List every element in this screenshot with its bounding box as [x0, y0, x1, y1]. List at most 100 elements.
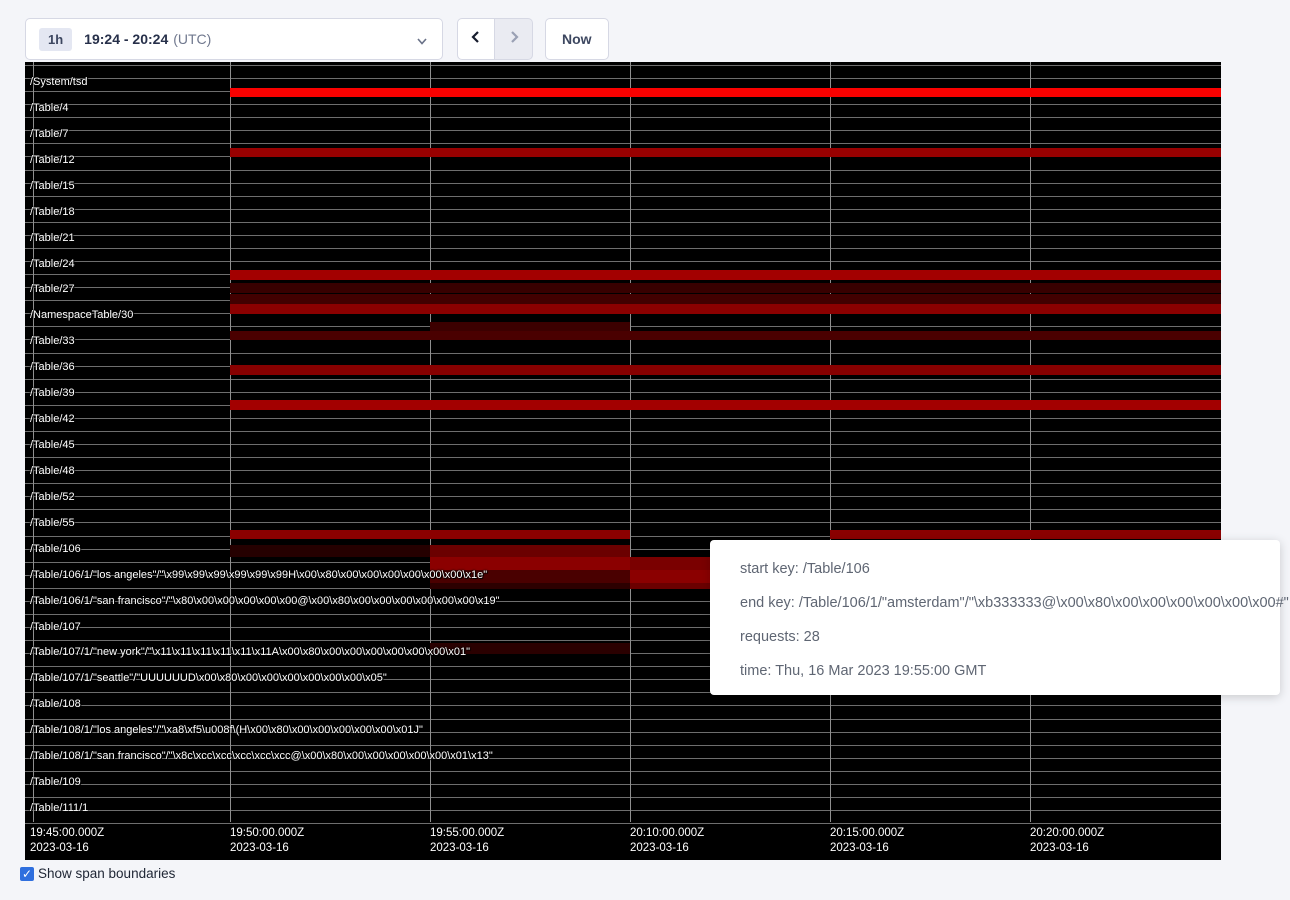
time-axis-tick-label: 19:55:00.000Z2023-03-16	[430, 826, 504, 856]
heat-band[interactable]	[230, 283, 1221, 293]
chevron-down-icon	[416, 34, 428, 46]
key-span-label: /Table/39	[30, 387, 75, 399]
heat-band[interactable]	[230, 530, 630, 539]
time-axis-tick-label: 19:45:00.000Z2023-03-16	[30, 826, 104, 856]
span-boundary-line	[25, 379, 1221, 380]
heat-band[interactable]	[230, 88, 1221, 97]
time-preset-badge: 1h	[39, 28, 72, 51]
key-span-label: /Table/15	[30, 180, 75, 192]
span-boundary-line	[25, 130, 1221, 131]
span-tooltip: start key: /Table/106 end key: /Table/10…	[710, 540, 1280, 695]
key-span-label: /Table/106	[30, 543, 81, 555]
key-span-label: /Table/106/1/"los angeles"/"\x99\x99\x99…	[30, 569, 487, 581]
span-boundary-line	[25, 117, 1221, 118]
span-boundary-line	[25, 353, 1221, 354]
time-range-selector[interactable]: 1h 19:24 - 20:24 (UTC)	[25, 18, 443, 60]
heat-band[interactable]	[230, 270, 1221, 280]
span-boundary-line	[25, 104, 1221, 105]
span-boundary-line	[25, 522, 1221, 523]
key-span-label: /Table/111/1	[30, 802, 88, 814]
key-span-label: /Table/55	[30, 517, 75, 529]
time-range-label: 19:24 - 20:24	[84, 31, 168, 47]
time-gridline	[430, 62, 431, 822]
next-interval-button[interactable]	[495, 18, 533, 60]
tooltip-time: time: Thu, 16 Mar 2023 19:55:00 GMT	[740, 654, 1280, 688]
key-span-label: /Table/36	[30, 361, 75, 373]
key-span-label: /Table/24	[30, 258, 75, 270]
span-boundary-line	[25, 235, 1221, 236]
key-span-label: /Table/106/1/"san francisco"/"\x80\x00\x…	[30, 595, 500, 607]
key-span-label: /Table/107	[30, 621, 81, 633]
heat-band[interactable]	[230, 400, 1221, 410]
heat-band[interactable]	[430, 322, 630, 331]
tooltip-end-key: end key: /Table/106/1/"amsterdam"/"\xb33…	[740, 586, 1280, 620]
time-gridline	[230, 62, 231, 822]
tooltip-requests: requests: 28	[740, 620, 1280, 654]
span-boundary-line	[25, 444, 1221, 445]
span-boundary-line	[25, 222, 1221, 223]
key-span-label: /Table/7	[30, 128, 69, 140]
heat-band[interactable]	[230, 304, 1221, 314]
span-boundary-line	[25, 745, 1221, 746]
prev-interval-button[interactable]	[457, 18, 495, 60]
heat-band[interactable]	[230, 148, 1221, 157]
span-boundary-line	[25, 209, 1221, 210]
span-boundary-line	[25, 78, 1221, 79]
key-span-label: /Table/45	[30, 439, 75, 451]
time-axis-tick-label: 20:20:00.000Z2023-03-16	[1030, 826, 1104, 856]
span-boundary-line	[25, 457, 1221, 458]
key-span-label: /Table/21	[30, 232, 75, 244]
heat-band[interactable]	[230, 331, 1221, 340]
key-span-label: /Table/108	[30, 698, 81, 710]
span-boundary-line	[25, 797, 1221, 798]
time-gridline	[630, 62, 631, 822]
key-span-label: /Table/52	[30, 491, 75, 503]
time-gridline	[830, 62, 831, 822]
key-span-label: /Table/107/1/"seattle"/"UUUUUUD\x00\x80\…	[30, 672, 387, 684]
key-span-label: /Table/42	[30, 413, 75, 425]
span-boundary-line	[25, 248, 1221, 249]
heat-band[interactable]	[230, 545, 430, 557]
heat-band[interactable]	[230, 365, 1221, 375]
key-span-label: /Table/18	[30, 206, 75, 218]
key-visualizer-canvas[interactable]: /System/tsd/Table/4/Table/7/Table/12/Tab…	[25, 62, 1221, 860]
key-span-label: /Table/4	[30, 102, 69, 114]
key-span-label: /Table/12	[30, 154, 75, 166]
tooltip-start-key: start key: /Table/106	[740, 552, 1280, 586]
key-span-label: /Table/108/1/"los angeles"/"\xa8\xf5\u00…	[30, 724, 423, 736]
span-boundary-line	[25, 509, 1221, 510]
span-boundary-line	[25, 183, 1221, 184]
span-boundary-line	[25, 483, 1221, 484]
span-boundary-line	[25, 431, 1221, 432]
footer-controls: ✓ Show span boundaries	[20, 866, 175, 881]
heat-band[interactable]	[430, 583, 630, 589]
show-span-boundaries-checkbox[interactable]: ✓	[20, 867, 34, 881]
span-boundary-line	[25, 143, 1221, 144]
key-span-label: /Table/33	[30, 335, 75, 347]
span-boundary-line	[25, 810, 1221, 811]
heat-band[interactable]	[430, 545, 630, 557]
key-span-label: /Table/107/1/"new york"/"\x11\x11\x11\x1…	[30, 646, 470, 658]
time-axis-tick-label: 19:50:00.000Z2023-03-16	[230, 826, 304, 856]
span-boundary-line	[25, 196, 1221, 197]
heat-band[interactable]	[230, 294, 1221, 304]
chevron-right-icon	[507, 30, 521, 49]
span-boundary-line	[25, 170, 1221, 171]
span-boundary-line	[25, 65, 1221, 66]
key-span-label: /Table/109	[30, 776, 81, 788]
key-span-label: /Table/27	[30, 283, 75, 295]
now-button[interactable]: Now	[545, 18, 609, 60]
time-axis-tick-label: 20:15:00.000Z2023-03-16	[830, 826, 904, 856]
span-boundary-line	[25, 784, 1221, 785]
timezone-label: (UTC)	[173, 31, 211, 47]
heat-band[interactable]	[830, 530, 1221, 539]
span-boundary-line	[25, 705, 1221, 706]
key-span-label: /System/tsd	[30, 76, 87, 88]
span-boundary-line	[25, 470, 1221, 471]
key-span-label: /NamespaceTable/30	[30, 309, 133, 321]
toolbar: 1h 19:24 - 20:24 (UTC) Now	[0, 0, 1290, 62]
chevron-left-icon	[469, 30, 483, 49]
time-nav-group	[457, 18, 533, 60]
span-boundary-line	[25, 771, 1221, 772]
span-boundary-line	[25, 823, 1221, 824]
